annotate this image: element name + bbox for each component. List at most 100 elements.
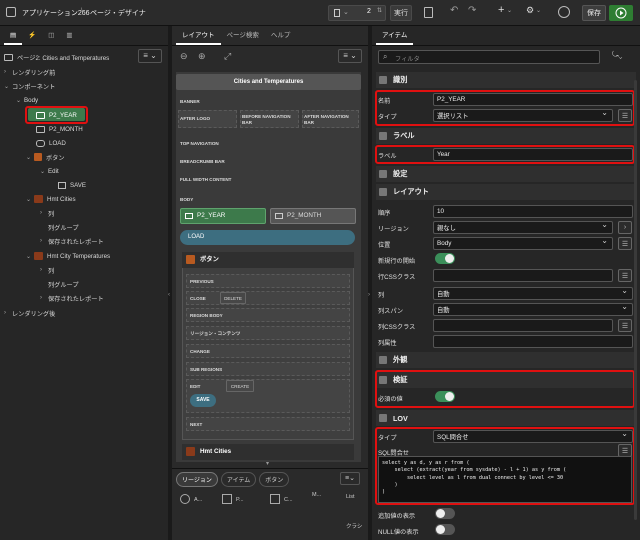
tree-item-p2-month[interactable]: P2_MONTH [36,123,83,135]
required-toggle[interactable] [435,391,455,402]
tree-item-hmt-cities[interactable]: ⌄ Hmt Cities [26,193,76,205]
extra-value-toggle[interactable] [435,508,455,519]
column-attr-field[interactable] [433,335,633,348]
position-breadcrumb[interactable]: BREADCRUMB BAR [180,159,225,164]
tree-item-column-groups-2[interactable]: 列グループ [48,278,79,290]
page-header-bar[interactable]: Cities and Temperatures [176,74,361,90]
new-row-toggle[interactable] [435,253,455,264]
slot-close-delete[interactable] [186,291,350,305]
save-button[interactable]: 保存 [582,5,606,21]
page-selector[interactable]: ⌄ 2 ⇅ [328,5,386,21]
shared-components-icon[interactable] [558,6,570,18]
tree-item-load[interactable]: LOAD [36,137,66,149]
tree-item-edit[interactable]: ⌄ Edit [40,165,59,177]
tree-item-pre-rendering[interactable]: › レンダリング前 [4,66,55,78]
property-filter-input[interactable]: ⌕ フィルタ [378,50,600,64]
goto-group-icon[interactable]: ⤿⌄ [612,50,622,60]
gallery-region-icon[interactable] [222,494,232,504]
page-number[interactable]: 2 [367,8,371,15]
tree-item-columns-2[interactable]: › 列 [40,264,54,276]
gallery-item-m[interactable]: M... [312,492,321,498]
run-page-button[interactable]: 実行 [390,5,412,21]
property-scrollbar[interactable] [634,80,637,520]
section-appearance[interactable]: 外観 [376,352,636,368]
layout-menu-button[interactable]: ≡ ⌄ [338,49,362,63]
apex-logo-icon[interactable] [6,7,16,17]
position-top-nav[interactable]: TOP NAVIGATION [180,141,219,146]
section-validation[interactable]: 検証 [376,372,636,388]
zoom-in-icon[interactable]: ⊕ [198,51,206,62]
gallery-item-p[interactable]: P... [236,497,244,503]
tree-item-saved-reports[interactable]: › 保存されたレポート [40,235,104,247]
tab-rendering[interactable]: ▤ [4,27,23,45]
gallery-item-classic[interactable]: クラシ [346,522,362,530]
tab-layout[interactable]: レイアウト [176,27,221,45]
tree-item-saved-reports-2[interactable]: › 保存されたレポート [40,292,104,304]
type-select[interactable]: 選択リスト [433,108,613,122]
expand-icon[interactable]: ⤢ [224,51,231,62]
gallery-item-list[interactable]: List [346,494,355,500]
page-stepper-icon[interactable]: ⇅ [377,7,382,14]
zoom-out-icon[interactable]: ⊖ [180,51,188,62]
add-icon[interactable]: + [498,4,504,16]
sequence-field[interactable]: 10 [433,205,633,218]
column-css-field[interactable] [433,319,613,332]
collapse-left-icon[interactable]: ‹ [168,292,170,298]
region-select[interactable]: 親なし [433,220,613,234]
tree-item-hmt-city-temperatures[interactable]: ⌄ Hmt City Temperatures [26,250,110,262]
slot-delete-button[interactable]: DELETE [220,292,246,304]
gallery-tab-items[interactable]: アイテム [220,472,257,487]
tree-menu-button[interactable]: ≡ ⌄ [138,49,162,63]
collapse-gallery-icon[interactable]: ▾ [266,460,269,467]
slot-next[interactable] [186,417,350,431]
section-layout[interactable]: レイアウト [376,184,636,200]
position-select[interactable]: Body [433,236,613,250]
label-field[interactable]: Year [433,148,633,161]
gallery-tab-buttons[interactable]: ボタン [259,472,290,487]
sql-query-editor[interactable]: select y as d, y as r from ( select (ext… [378,456,632,503]
lock-icon[interactable] [424,7,433,18]
tab-processing[interactable]: ◫ [42,27,60,45]
section-lov[interactable]: LOV [376,410,636,426]
gallery-menu-button[interactable]: ≡⌄ [340,472,360,485]
tree-item-buttons-region[interactable]: ⌄ ボタン [26,151,65,163]
column-span-select[interactable]: 自動 [433,302,633,316]
gallery-tab-regions[interactable]: リージョン [176,472,218,487]
section-label[interactable]: ラベル [376,128,636,144]
save-and-run-button[interactable] [609,5,633,21]
section-identification[interactable]: 識別 [376,72,636,88]
slot-create-button[interactable]: CREATE [226,380,254,392]
utilities-dropdown-icon[interactable]: ⌄ [536,7,541,14]
hmt-cities-region-title[interactable]: Hmt Cities [182,444,354,460]
utilities-icon[interactable]: ⚙ [526,5,534,16]
slot-change[interactable] [186,344,350,358]
undo-icon[interactable]: ↶ [450,5,458,16]
name-field[interactable]: P2_YEAR [433,93,633,106]
add-dropdown-icon[interactable]: ⌄ [507,7,512,14]
tab-item-properties[interactable]: アイテム [376,27,414,45]
column-select[interactable]: 自動 [433,286,633,300]
tree-item-components[interactable]: ⌄ コンポーネント [4,80,55,92]
row-css-field[interactable] [433,269,613,282]
type-list-button[interactable]: ☰ [618,109,632,122]
tab-page-search[interactable]: ページ検索 [221,27,265,45]
gallery-region-icon[interactable] [270,494,280,504]
position-body[interactable]: BODY [180,197,193,202]
tree-root-page[interactable]: ページ2: Cities and Temperatures [4,51,109,63]
tree-item-body[interactable]: ⌄ Body [16,94,38,106]
tree-item-save[interactable]: SAVE [58,179,86,191]
collapse-right-icon[interactable]: › [368,292,370,298]
tree-item-columns[interactable]: › 列 [40,207,54,219]
position-list-button[interactable]: ☰ [618,237,632,250]
position-full-width[interactable]: FULL WIDTH CONTENT [180,177,231,182]
gallery-item-c[interactable]: C... [284,497,293,503]
tree-item-post-rendering[interactable]: › レンダリング後 [4,307,55,319]
tab-help[interactable]: ヘルプ [265,27,297,45]
tree-item-column-groups[interactable]: 列グループ [48,221,79,233]
null-value-toggle[interactable] [435,524,455,535]
tab-dynamic-actions[interactable]: ⚡ [22,27,42,45]
layout-load-button[interactable]: LOAD [180,230,355,245]
row-css-list-button[interactable]: ☰ [618,269,632,282]
redo-icon[interactable]: ↷ [468,5,476,16]
lov-type-select[interactable]: SQL問合せ [433,429,633,443]
